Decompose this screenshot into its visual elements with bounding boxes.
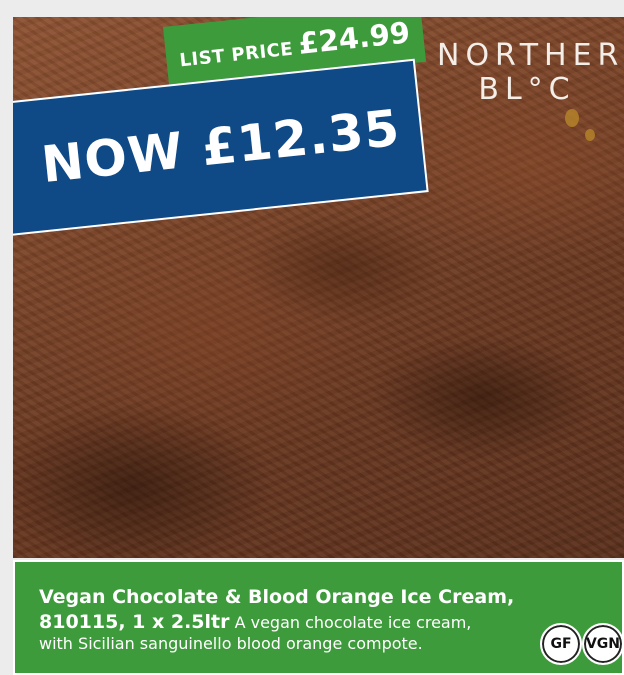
now-price: NOW £12.35 xyxy=(38,98,403,195)
product-code-size: 810115, 1 x 2.5ltr xyxy=(39,611,230,633)
product-info-panel: Vegan Chocolate & Blood Orange Ice Cream… xyxy=(13,560,624,675)
list-price-value: £24.99 xyxy=(296,17,412,61)
product-details: 810115, 1 x 2.5ltr A vegan chocolate ice… xyxy=(39,612,509,654)
product-name: Vegan Chocolate & Blood Orange Ice Cream… xyxy=(39,586,515,608)
brand-line-1: NORTHERN xyxy=(437,38,624,73)
vegan-badge: VGN xyxy=(582,623,624,665)
brand-line-2: BL°C xyxy=(478,72,576,107)
product-card: LIST PRICE£24.99 NOW £12.35 NORTHERN BL°… xyxy=(13,17,624,675)
brand-logo: NORTHERN BL°C xyxy=(437,38,624,107)
orange-piece xyxy=(585,129,595,141)
list-price-label: LIST PRICE xyxy=(178,38,295,72)
gluten-free-badge: GF xyxy=(540,623,582,665)
orange-piece xyxy=(565,109,579,127)
